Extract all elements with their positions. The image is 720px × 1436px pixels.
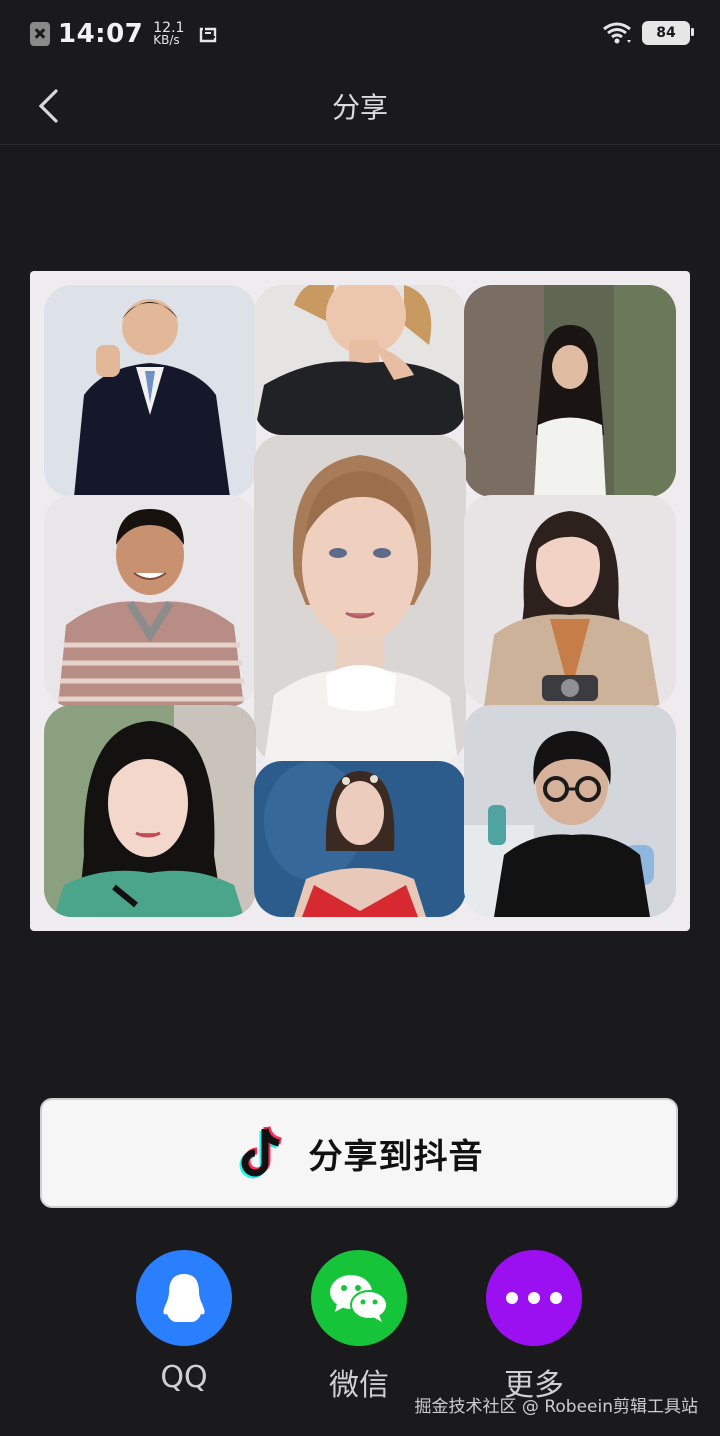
battery-level: 84 [656,25,676,41]
status-bar: 14:07 12.1 KB/s 84 [0,0,720,66]
photo-woman-green-shirt [44,705,256,917]
photo-man-striped-shirt [44,495,256,707]
share-more[interactable]: 更多 [469,1250,599,1404]
battery-icon: 84 [642,21,694,45]
douyin-logo-icon [239,1126,282,1179]
share-wechat[interactable]: 微信 [294,1250,424,1404]
watermark-text: 掘金技术社区 @ Robeein剪辑工具站 [414,1397,698,1417]
photo-girl-garden [464,285,676,497]
screenshot-icon [200,27,217,43]
net-speed-unit: KB/s [153,33,180,47]
wechat-icon [330,1275,388,1322]
wifi-icon [603,22,631,44]
sim-off-icon [30,22,50,46]
photo-boy-glasses [464,705,676,917]
wechat-button[interactable] [311,1250,407,1346]
photo-woman-red-top [254,761,466,917]
collage-preview [30,271,690,931]
share-qq[interactable]: QQ [119,1250,249,1395]
qq-label: QQ [160,1360,208,1395]
photo-woman-black-sweater [254,285,466,435]
photo-man-suit [44,285,256,497]
wechat-label: 微信 [329,1368,389,1403]
photo-woman-camera [464,495,676,707]
photo-woman-white-turtleneck [254,435,466,763]
header-bar: 分享 [0,66,720,145]
qq-penguin-icon [163,1274,205,1322]
more-button[interactable] [486,1250,582,1346]
share-to-douyin-label: 分享到抖音 [308,1136,484,1177]
share-to-douyin-button[interactable]: 分享到抖音 [40,1098,678,1208]
net-speed: 12.1 KB/s [153,21,184,47]
qq-button[interactable] [136,1250,232,1346]
more-dots-icon [506,1292,562,1304]
status-time: 14:07 [58,19,144,49]
page-title: 分享 [331,91,388,124]
